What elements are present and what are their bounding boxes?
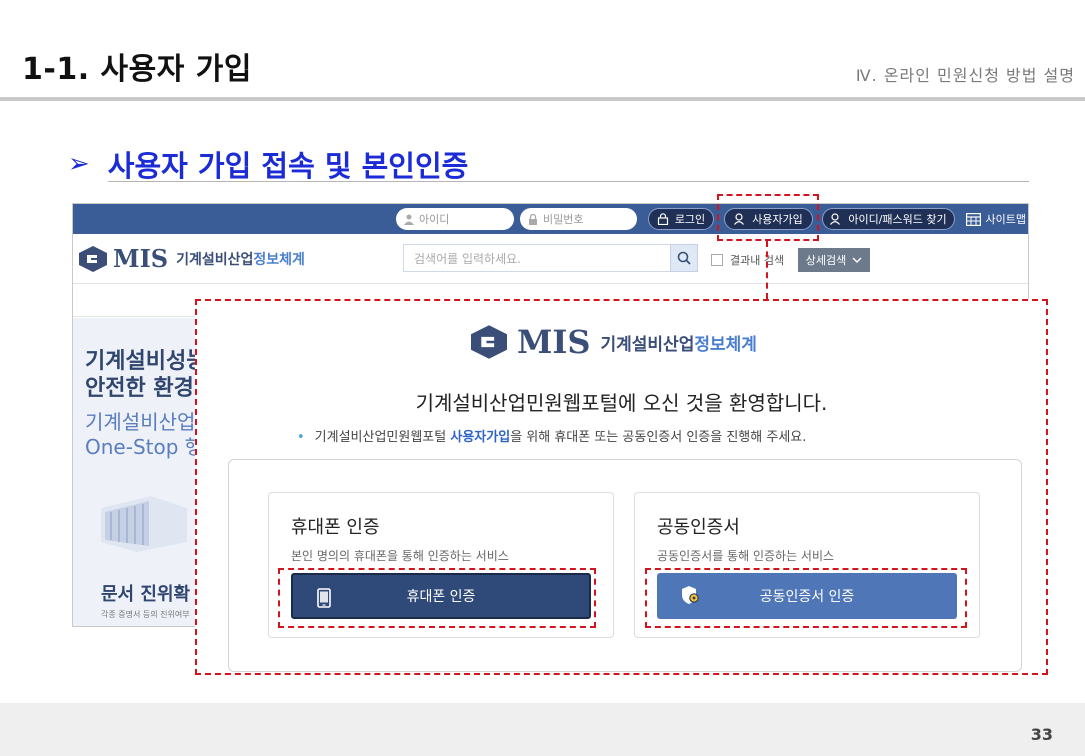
portal-header: MIS 기계설비산업 정보체계 검색어를 입력하세요. 결과내 검색 상세검색	[73, 234, 1028, 284]
portal-name-part2: 정보체계	[253, 251, 305, 268]
id-input-placeholder: 아이디	[419, 213, 450, 226]
search-in-results-checkbox[interactable]	[711, 254, 723, 266]
auth-notice-highlight: 사용자가입	[450, 430, 511, 445]
user-search-icon	[830, 213, 841, 225]
mis-logo-icon	[471, 325, 507, 359]
portal-topbar: 아이디 비밀번호 로그인 사용자가입 아이디/패스워드 찾기 사이트맵	[73, 204, 1028, 234]
sitemap-label: 사이트맵	[985, 213, 1026, 226]
sub-title-text: 사용자 가입 접속 및 본인인증	[107, 149, 469, 183]
search-placeholder: 검색어를 입력하세요.	[414, 251, 521, 266]
user-icon	[404, 214, 414, 225]
auth-notice: • 기계설비산업민원웹포털 사용자가입을 위해 휴대폰 또는 공동인증서 인증을 …	[297, 426, 806, 445]
search-button[interactable]	[670, 244, 698, 272]
login-button[interactable]: 로그인	[648, 208, 714, 230]
cert-auth-highlight	[645, 568, 967, 628]
page-number: 33	[1030, 725, 1053, 744]
search-input[interactable]: 검색어를 입력하세요.	[403, 244, 671, 272]
portal-left-banner: 기계설비성능 안전한 환경 기계설비산업 정 One-Stop 행 문서 진위확…	[73, 318, 198, 626]
advanced-search-button[interactable]: 상세검색	[798, 248, 870, 272]
banner-heading: 기계설비성능 안전한 환경	[85, 348, 198, 402]
cert-auth-title: 공동인증서	[657, 517, 740, 538]
search-icon	[677, 251, 691, 265]
slide: 1-1. 사용자 가입 Ⅳ. 온라인 민원신청 방법 설명 ➢ 사용자 가입 접…	[0, 0, 1085, 756]
document-verify-title[interactable]: 문서 진위확	[101, 580, 190, 606]
phone-auth-desc: 본인 명의의 휴대폰을 통해 인증하는 서비스	[291, 549, 509, 563]
popup-name-part1: 기계설비산업	[600, 334, 695, 355]
bullet-dot-icon: •	[297, 430, 305, 445]
popup-name-part2: 정보체계	[694, 334, 757, 355]
slide-footer: 33	[0, 703, 1085, 756]
popup-logo: MIS 기계설비산업 정보체계	[467, 323, 757, 361]
mis-logo-icon	[79, 245, 107, 272]
document-verify-desc: 각종 증명서 등의 진위여부	[101, 610, 190, 619]
sitemap-link[interactable]: 사이트맵	[965, 208, 1026, 230]
chevron-down-icon	[852, 257, 862, 263]
id-input[interactable]: 아이디	[396, 208, 514, 230]
banner-heading-line2: 안전한 환경	[85, 376, 194, 401]
header-divider	[0, 97, 1085, 101]
lock-icon	[657, 213, 668, 225]
sub-title: ➢ 사용자 가입 접속 및 본인인증	[68, 143, 468, 185]
mis-logo-text: MIS	[113, 244, 169, 273]
phone-auth-title: 휴대폰 인증	[291, 517, 380, 538]
auth-notice-after: 을 위해 휴대폰 또는 공동인증서 인증을 진행해 주세요.	[510, 430, 807, 445]
welcome-message: 기계설비산업민원웹포털에 오신 것을 환영합니다.	[415, 391, 828, 415]
password-input-placeholder: 비밀번호	[543, 213, 584, 226]
auth-options-container: 휴대폰 인증 본인 명의의 휴대폰을 통해 인증하는 서비스 휴대폰 인증 공동…	[228, 459, 1022, 672]
advanced-search-label: 상세검색	[805, 254, 847, 267]
popup-mis-text: MIS	[517, 323, 591, 361]
find-account-label: 아이디/패스워드 찾기	[848, 213, 947, 226]
banner-subheading-line2: One-Stop 행	[85, 435, 198, 459]
slide-title: 1-1. 사용자 가입	[22, 52, 252, 87]
portal-logo[interactable]: MIS 기계설비산업 정보체계	[77, 244, 305, 273]
lock-icon	[529, 213, 537, 225]
auth-notice-before: 기계설비산업민원웹포털	[314, 430, 451, 445]
login-label: 로그인	[674, 213, 706, 226]
find-account-button[interactable]: 아이디/패스워드 찾기	[822, 208, 955, 230]
portal-name-part1: 기계설비산업	[176, 251, 254, 268]
banner-subheading: 기계설비산업 정 One-Stop 행	[85, 410, 198, 460]
signup-connector-line	[766, 241, 768, 299]
building-illustration	[101, 496, 187, 552]
cert-auth-desc: 공동인증서를 통해 인증하는 서비스	[657, 549, 835, 563]
grid-icon	[965, 212, 981, 226]
sub-title-divider	[108, 181, 1029, 182]
password-input[interactable]: 비밀번호	[520, 208, 637, 230]
arrow-bullet-icon: ➢	[68, 149, 90, 179]
banner-subheading-line1: 기계설비산업 정	[85, 410, 198, 434]
section-label: Ⅳ. 온라인 민원신청 방법 설명	[855, 66, 1075, 85]
search-in-results-label: 결과내 검색	[730, 254, 785, 267]
signup-highlight	[717, 194, 819, 241]
phone-auth-highlight	[278, 568, 596, 628]
banner-heading-line1: 기계설비성능	[85, 349, 198, 374]
